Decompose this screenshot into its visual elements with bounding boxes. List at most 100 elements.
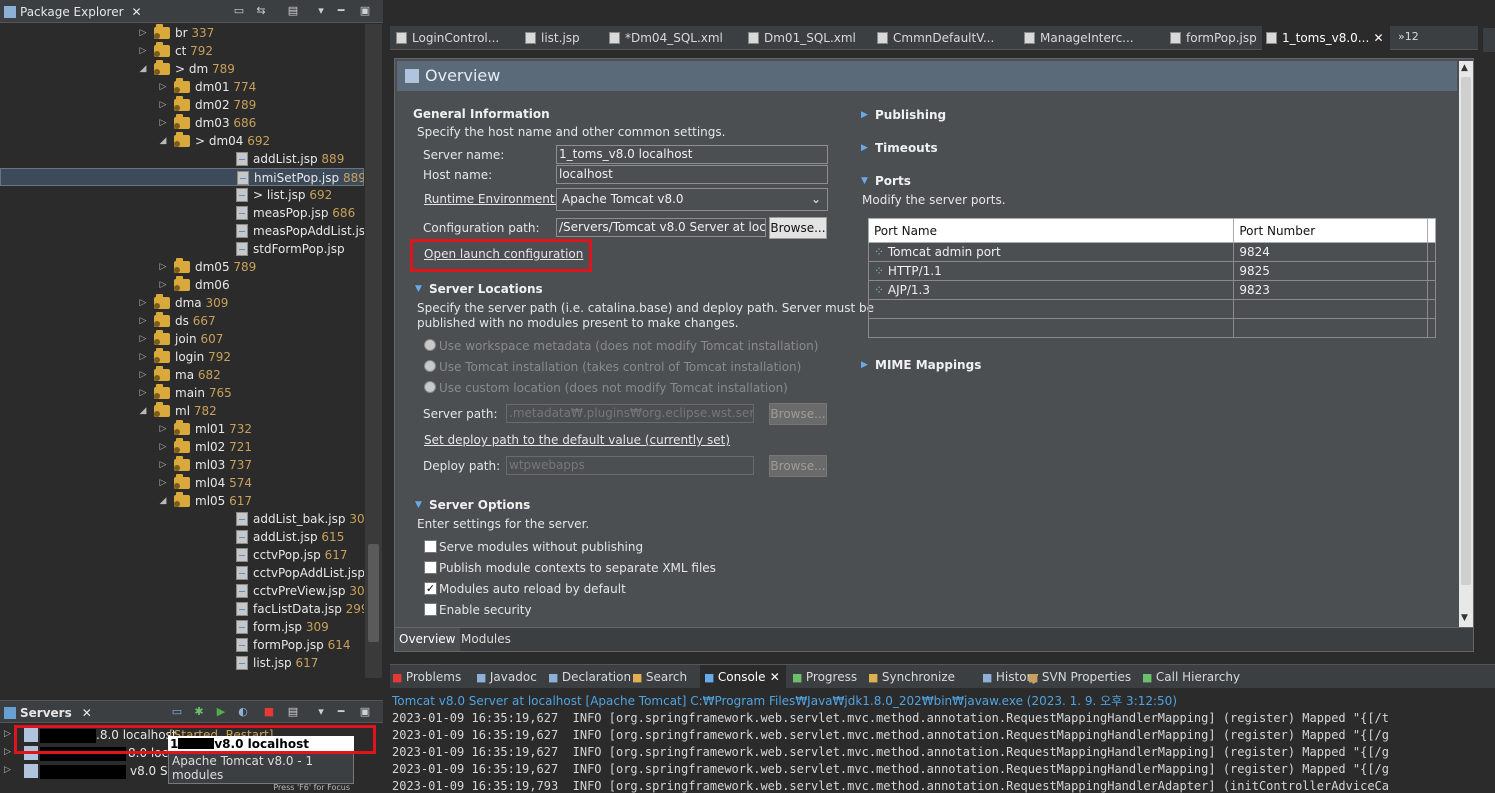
collapsed-arrow-icon[interactable]: ▷ <box>158 96 168 114</box>
tree-file-item[interactable]: cctvPreView.jsp 309 <box>0 582 364 600</box>
radio-tomcat-installation[interactable] <box>424 360 436 372</box>
deploy-path-field[interactable]: wtpwebapps <box>506 456 754 475</box>
tree-file-item[interactable]: addList_bak.jsp 309 <box>0 510 364 528</box>
port-number-cell[interactable]: 9824 <box>1233 242 1428 262</box>
section-collapse-icon[interactable]: ▼ <box>861 176 868 186</box>
tree-package-item[interactable]: ▷ main 765 <box>0 384 364 402</box>
serve-modules-checkbox[interactable] <box>424 540 437 553</box>
tree-package-item[interactable]: ◢ > dm04 692 <box>0 132 364 150</box>
publishing-section[interactable]: Publishing <box>875 108 946 122</box>
tree-package-item[interactable]: ▷ login 792 <box>0 348 364 366</box>
tree-file-item[interactable]: stdFormPop.jsp <box>0 240 364 258</box>
expanded-arrow-icon[interactable]: ◢ <box>158 492 168 510</box>
bottom-tab-problems[interactable]: ■ Problems <box>392 665 461 689</box>
collapsed-arrow-icon[interactable]: ▷ <box>138 42 148 60</box>
server-locations-title[interactable]: Server Locations <box>429 282 543 296</box>
dropdown-icon[interactable]: ▾ <box>314 705 328 719</box>
runtime-select[interactable]: Apache Tomcat v8.0 ⌄ <box>556 188 828 211</box>
tree-package-item[interactable]: ▷ join 607 <box>0 330 364 348</box>
port-row[interactable]: ⁘ AJP/1.3 9823 <box>867 280 1436 300</box>
collapsed-arrow-icon[interactable]: ▷ <box>158 276 168 294</box>
editor-tab[interactable]: Dm01_SQL.xml <box>744 26 856 50</box>
stop-icon[interactable]: ■ <box>262 705 276 719</box>
editor-tab[interactable]: list.jsp <box>521 26 580 50</box>
chevron-down-icon[interactable]: ⌄ <box>811 189 821 210</box>
tree-package-item[interactable]: ◢ > dm 789 <box>0 60 364 78</box>
collapsed-arrow-icon[interactable]: ▷ <box>158 420 168 438</box>
collapsed-arrow-icon[interactable]: ▷ <box>158 474 168 492</box>
new-server-icon[interactable]: ▭ <box>170 705 184 719</box>
tree-package-item[interactable]: ▷ dm01 774 <box>0 78 364 96</box>
mime-mappings-section[interactable]: MIME Mappings <box>875 358 981 372</box>
port-row[interactable] <box>867 299 1436 319</box>
close-icon[interactable]: ✕ <box>766 670 780 684</box>
radio-workspace-metadata[interactable] <box>424 339 436 351</box>
bottom-tab-declaration[interactable]: ■ Declaration <box>548 665 631 689</box>
collapsed-arrow-icon[interactable]: ▷ <box>158 78 168 96</box>
minimize-icon[interactable]: ━ <box>334 4 348 18</box>
tab-overview[interactable]: Overview <box>395 628 460 651</box>
bottom-tab-console[interactable]: ■ Console ✕ <box>700 665 786 689</box>
tree-package-item[interactable]: ▷ dm06 <box>0 276 364 294</box>
collapsed-arrow-icon[interactable]: ▷ <box>158 438 168 456</box>
scroll-up-icon[interactable]: ▲ <box>1461 63 1468 73</box>
tree-file-item[interactable]: measPop.jsp 686 <box>0 204 364 222</box>
expand-arrow-icon[interactable]: ▷ <box>4 729 11 739</box>
collapsed-arrow-icon[interactable]: ▷ <box>138 312 148 330</box>
tree-file-item[interactable]: list.jsp 617 <box>0 654 364 672</box>
editor-scroll-thumb[interactable] <box>1461 77 1471 585</box>
close-icon[interactable]: ✕ <box>132 5 142 19</box>
tree-file-item[interactable]: formPop.jsp 614 <box>0 636 364 654</box>
expand-arrow-icon[interactable]: ▷ <box>4 747 11 757</box>
debug-icon[interactable]: ✱ <box>192 705 206 719</box>
maximize-icon[interactable]: ▣ <box>358 705 372 719</box>
section-expand-icon[interactable]: ▶ <box>861 110 868 120</box>
tree-package-item[interactable]: ▷ ct 792 <box>0 42 364 60</box>
port-row[interactable]: ⁘ HTTP/1.1 9825 <box>867 261 1436 281</box>
bottom-tab-synchronize[interactable]: ■ Synchronize <box>868 665 955 689</box>
editor-tab[interactable]: 1_toms_v8.0... ✕ <box>1262 26 1390 50</box>
collapsed-arrow-icon[interactable]: ▷ <box>158 114 168 132</box>
section-expand-icon[interactable]: ▶ <box>861 143 868 153</box>
tree-package-item[interactable]: ▷ dm05 789 <box>0 258 364 276</box>
tree-scrollbar[interactable] <box>365 24 382 678</box>
tree-package-item[interactable]: ◢ ml05 617 <box>0 492 364 510</box>
tree-package-item[interactable]: ▷ dma 309 <box>0 294 364 312</box>
publish-contexts-checkbox[interactable] <box>424 561 437 574</box>
browse-config-button[interactable]: Browse... <box>769 217 827 239</box>
collapsed-arrow-icon[interactable]: ▷ <box>138 384 148 402</box>
minimize-icon[interactable]: ━ <box>334 705 348 719</box>
tree-file-item[interactable]: hmiSetPop.jsp 889 <box>0 168 364 186</box>
set-deploy-path-link[interactable]: Set deploy path to the default value (cu… <box>424 433 730 447</box>
editor-tab[interactable]: CmmnDefaultV... <box>873 26 994 50</box>
tree-file-item[interactable]: form.jsp 309 <box>0 618 364 636</box>
editor-scrollbar[interactable]: ▲ ▼ <box>1459 61 1473 627</box>
bottom-tab-search[interactable]: ■ Search <box>632 665 687 689</box>
tree-file-item[interactable]: addList.jsp 615 <box>0 528 364 546</box>
host-name-field[interactable]: localhost <box>556 165 828 184</box>
dropdown-icon[interactable]: ▾ <box>314 4 328 18</box>
tree-file-item[interactable]: cctvPopAddList.jsp 309 <box>0 564 364 582</box>
col-port-number[interactable]: Port Number <box>1233 218 1428 243</box>
editor-tab[interactable]: *Dm04_SQL.xml <box>605 26 723 50</box>
tree-package-item[interactable]: ▷ ml03 737 <box>0 456 364 474</box>
tree-file-item[interactable]: measPopAddList.jsp 686 <box>0 222 364 240</box>
auto-reload-checkbox[interactable]: ✓ <box>424 582 437 595</box>
server-options-title[interactable]: Server Options <box>429 498 530 512</box>
tab-servers[interactable]: Servers ✕ <box>4 704 92 721</box>
tree-package-item[interactable]: ▷ ml02 721 <box>0 438 364 456</box>
collapsed-arrow-icon[interactable]: ▷ <box>158 258 168 276</box>
server-name-field[interactable]: 1_toms_v8.0 localhost <box>556 145 828 164</box>
tree-package-item[interactable]: ▷ ml01 732 <box>0 420 364 438</box>
close-icon[interactable]: ✕ <box>1369 31 1383 45</box>
runtime-environment-link[interactable]: Runtime Environment: <box>424 192 559 206</box>
close-icon[interactable]: ✕ <box>82 706 92 720</box>
enable-security-checkbox[interactable] <box>424 603 437 616</box>
browse-deploy-path-button[interactable]: Browse... <box>769 455 827 477</box>
view-menu-icon[interactable]: ▤ <box>286 4 300 18</box>
collapsed-arrow-icon[interactable]: ▷ <box>138 348 148 366</box>
tree-file-item[interactable]: cctvPop.jsp 617 <box>0 546 364 564</box>
tree-file-item[interactable]: addList.jsp 889 <box>0 150 364 168</box>
collapsed-arrow-icon[interactable]: ▷ <box>158 456 168 474</box>
editor-tab[interactable]: LoginControl... <box>392 26 499 50</box>
